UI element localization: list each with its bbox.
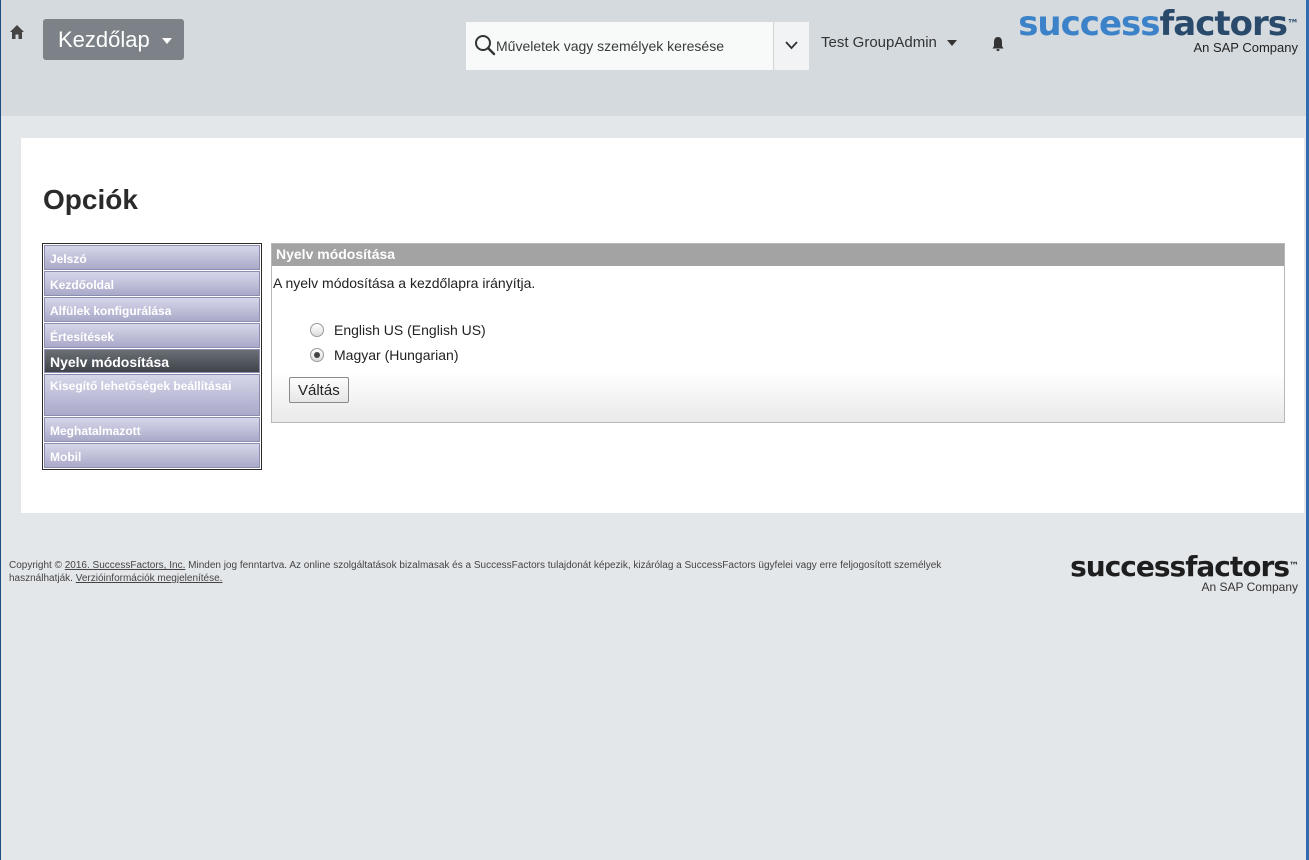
options-sidebar: Jelszó Kezdőoldal Alfülek konfigurálása …	[42, 243, 262, 470]
caret-down-icon	[947, 40, 958, 47]
logo-trademark: ™	[1287, 17, 1299, 31]
main-panel: Opciók Jelszó Kezdőoldal Alfülek konfigu…	[21, 138, 1304, 513]
chevron-down-icon	[785, 41, 798, 50]
footer-copyright: Copyright © 2016. SuccessFactors, Inc. M…	[9, 559, 969, 585]
sidebar-item-accessibility[interactable]: Kisegítő lehetőségek beállításai	[44, 374, 260, 416]
app-frame: Kezdőlap Test GroupAdmin successfac	[0, 0, 1306, 860]
company-link[interactable]: 2016. SuccessFactors, Inc.	[65, 560, 186, 571]
user-name: Test GroupAdmin	[821, 34, 937, 51]
logo-text-factors: factors	[1185, 550, 1290, 583]
home-menu-label: Kezdőlap	[58, 27, 150, 52]
footer-logo: successfactors™ An SAP Company	[1070, 550, 1299, 595]
logo-text-success: success	[1018, 4, 1160, 44]
language-option-english[interactable]: English US (English US)	[310, 322, 486, 338]
search-box	[466, 22, 773, 70]
search-icon	[475, 35, 496, 56]
search-scope-dropdown[interactable]	[773, 22, 809, 70]
sidebar-item-subtabs[interactable]: Alfülek konfigurálása	[44, 297, 260, 322]
caret-down-icon	[161, 38, 172, 45]
option-label: Magyar (Hungarian)	[334, 347, 459, 363]
logo-text-success: success	[1070, 550, 1186, 583]
panel-header: Nyelv módosítása	[272, 244, 1284, 266]
successfactors-logo: successfactors™ An SAP Company	[1018, 4, 1299, 55]
radio-hungarian[interactable]	[310, 348, 324, 362]
copyright-prefix: Copyright ©	[9, 560, 65, 571]
user-menu[interactable]: Test GroupAdmin	[821, 34, 958, 51]
sidebar-item-proxy[interactable]: Meghatalmazott	[44, 417, 260, 442]
option-label: English US (English US)	[334, 322, 486, 338]
sidebar-item-password[interactable]: Jelszó	[44, 245, 260, 270]
sidebar-item-mobile[interactable]: Mobil	[44, 443, 260, 468]
switch-language-button[interactable]: Váltás	[289, 377, 349, 403]
radio-english[interactable]	[310, 323, 324, 337]
sidebar-item-homepage[interactable]: Kezdőoldal	[44, 271, 260, 296]
version-info-link[interactable]: Verzióinformációk megjelenítése.	[76, 573, 223, 584]
logo-text-factors: factors	[1159, 4, 1288, 44]
language-option-hungarian[interactable]: Magyar (Hungarian)	[310, 347, 459, 363]
bell-icon[interactable]	[991, 36, 1005, 52]
search-input[interactable]	[496, 22, 768, 70]
language-panel: Nyelv módosítása A nyelv módosítása a ke…	[271, 243, 1285, 423]
logo-trademark: ™	[1289, 561, 1299, 572]
top-header: Kezdőlap Test GroupAdmin successfac	[1, 0, 1306, 116]
sidebar-item-notifications[interactable]: Értesítések	[44, 323, 260, 348]
sidebar-item-change-language[interactable]: Nyelv módosítása	[44, 349, 260, 373]
home-icon[interactable]	[9, 24, 25, 40]
home-menu-button[interactable]: Kezdőlap	[43, 19, 184, 60]
page-title: Opciók	[43, 184, 138, 215]
panel-description: A nyelv módosítása a kezdőlapra irányítj…	[273, 275, 536, 291]
